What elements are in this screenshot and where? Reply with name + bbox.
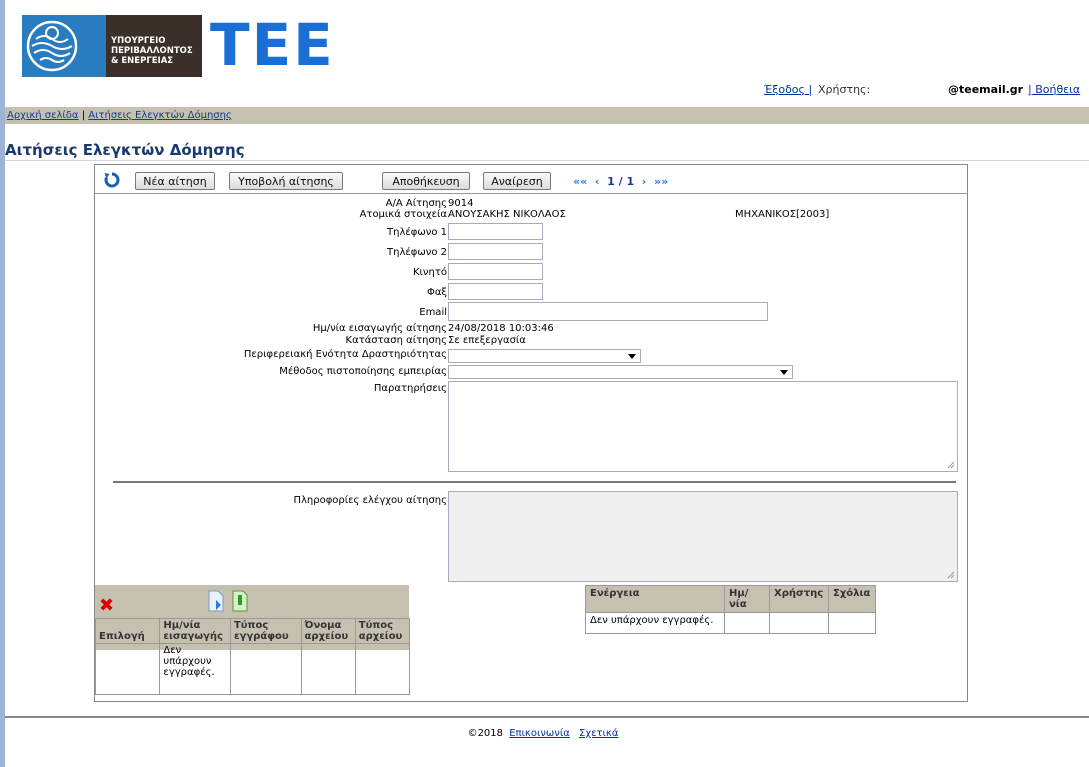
mobile-input[interactable] bbox=[448, 263, 543, 280]
aa-value: 9014 bbox=[448, 198, 474, 209]
title-underline bbox=[5, 160, 1089, 161]
ministry-line-1: ΥΠΟΥΡΓΕΙΟ bbox=[111, 36, 166, 46]
date-value: 24/08/2018 10:03:46 bbox=[448, 323, 554, 334]
phone1-input[interactable] bbox=[448, 223, 543, 240]
help-link-text[interactable]: | Βοήθεια bbox=[1028, 83, 1080, 96]
resize-grip-icon[interactable] bbox=[947, 461, 955, 469]
phone2-label: Τηλέφωνο 2 bbox=[387, 247, 447, 258]
first-page-icon-2[interactable]: « bbox=[580, 175, 587, 188]
help-link[interactable]: | Βοήθεια bbox=[1028, 83, 1080, 97]
table-row: Δεν υπάρχουν εγγραφές. bbox=[94, 643, 411, 695]
documents-header-row: Επιλογή Ημ/νία εισαγωγής Τύπος εγγράφου … bbox=[94, 618, 411, 644]
section-divider bbox=[113, 481, 956, 483]
pager: «« ‹ 1 / 1 › »» bbox=[573, 175, 668, 188]
breadcrumb-separator: | bbox=[81, 110, 86, 121]
new-application-button[interactable]: Νέα αίτηση bbox=[135, 172, 215, 190]
form-toolbar: Νέα αίτηση Υποβολή αίτησης Αποθήκευση Αν… bbox=[95, 165, 967, 194]
fax-input[interactable] bbox=[448, 283, 543, 300]
copyright: ©2018 bbox=[467, 728, 504, 739]
breadcrumb-current-link[interactable]: Αιτήσεις Ελεγκτών Δόμησης bbox=[88, 110, 232, 121]
next-page-icon[interactable]: › bbox=[642, 175, 647, 188]
documents-table: Επιλογή Ημ/νία εισαγωγής Τύπος εγγράφου … bbox=[94, 618, 411, 695]
ministry-name-logo: ΥΠΟΥΡΓΕΙΟ ΠΕΡΙΒΑΛΛΟΝΤΟΣ & ΕΝΕΡΓΕΙΑΣ bbox=[106, 15, 202, 77]
logout-link[interactable]: Έξοδος | bbox=[764, 83, 812, 97]
mobile-label: Κινητό bbox=[412, 267, 447, 278]
col-doc-type: Τύπος εγγράφου bbox=[229, 618, 302, 644]
personal-name: ΑΝΟΥΣΑΚΗΣ ΝΙΚΟΛΑΟΣ bbox=[448, 209, 566, 220]
col-date: Ημ/νία εισαγωγής bbox=[159, 618, 231, 644]
page-title: Αιτήσεις Ελεγκτών Δόμησης bbox=[5, 141, 245, 159]
notes-textarea[interactable] bbox=[448, 381, 958, 472]
footer: ©2018 Επικοινωνία Σχετικά bbox=[0, 728, 1089, 739]
delete-icon[interactable]: ✖ bbox=[99, 595, 114, 616]
col-file-type: Τύπος αρχείου bbox=[354, 618, 411, 644]
region-label: Περιφερειακή Ενότητα Δραστηριότητας bbox=[243, 349, 447, 360]
history-table: Ενέργεια Ημ/νία Χρήστης Σχόλια Δεν υπάρχ… bbox=[585, 585, 876, 634]
date-label: Ημ/νία εισαγωγής αίτησης bbox=[312, 323, 447, 334]
user-email: @teemail.gr bbox=[948, 83, 1024, 96]
status-value: Σε επεξεργασία bbox=[448, 335, 526, 346]
region-select[interactable] bbox=[448, 349, 641, 363]
history-section: Ενέργεια Ημ/νία Χρήστης Σχόλια Δεν υπάρχ… bbox=[585, 585, 876, 634]
breadcrumb-home-link[interactable]: Αρχική σελίδα bbox=[7, 110, 79, 121]
status-label: Κατάσταση αίτησης bbox=[345, 335, 447, 346]
chevron-down-icon bbox=[628, 354, 636, 359]
phone2-input[interactable] bbox=[448, 243, 543, 260]
personal-specialty: ΜΗΧΑΝΙΚΟΣ[2003] bbox=[735, 209, 830, 220]
table-row: Δεν υπάρχουν εγγραφές. bbox=[585, 612, 876, 634]
view-document-icon[interactable] bbox=[231, 590, 249, 612]
phone1-label: Τηλέφωνο 1 bbox=[387, 227, 447, 238]
method-select[interactable] bbox=[448, 365, 793, 379]
table-cell bbox=[769, 612, 829, 634]
refresh-icon[interactable] bbox=[103, 171, 121, 189]
personal-label: Ατομικά στοιχεία bbox=[359, 209, 447, 220]
prev-page-icon[interactable]: ‹ bbox=[595, 175, 600, 188]
table-cell bbox=[300, 643, 356, 695]
submit-application-button[interactable]: Υποβολή αίτησης bbox=[229, 172, 343, 190]
table-cell bbox=[94, 643, 161, 695]
email-input[interactable] bbox=[448, 302, 768, 321]
page-indicator: 1 / 1 bbox=[607, 175, 635, 188]
ministry-line-3: & ΕΝΕΡΓΕΙΑΣ bbox=[111, 56, 174, 66]
add-document-icon[interactable] bbox=[207, 590, 225, 612]
col-hist-date: Ημ/νία bbox=[724, 585, 770, 613]
table-cell bbox=[724, 612, 770, 634]
history-header-row: Ενέργεια Ημ/νία Χρήστης Σχόλια bbox=[585, 585, 876, 613]
last-page-icon-2[interactable]: » bbox=[661, 175, 668, 188]
method-label: Μέθοδος πιστοποίησης εμπειρίας bbox=[279, 366, 447, 377]
aa-label: Α/Α Αίτησης bbox=[385, 198, 447, 209]
logout-link-text[interactable]: Έξοδος | bbox=[764, 83, 812, 96]
save-button[interactable]: Αποθήκευση bbox=[382, 172, 470, 190]
check-info-textarea bbox=[448, 491, 958, 582]
tee-logo: TEE bbox=[210, 11, 335, 79]
footer-divider bbox=[5, 716, 1089, 718]
cancel-button[interactable]: Αναίρεση bbox=[483, 172, 551, 190]
application-form-panel: Νέα αίτηση Υποβολή αίτησης Αποθήκευση Αν… bbox=[94, 164, 968, 702]
history-empty: Δεν υπάρχουν εγγραφές. bbox=[585, 612, 725, 634]
col-action: Ενέργεια bbox=[585, 585, 725, 613]
user-label: Χρήστης: bbox=[818, 83, 871, 96]
table-cell bbox=[828, 612, 876, 634]
email-label: Email bbox=[419, 307, 447, 318]
table-cell bbox=[354, 643, 411, 695]
breadcrumb: Αρχική σελίδα | Αιτήσεις Ελεγκτών Δόμηση… bbox=[5, 107, 1089, 124]
check-info-label: Πληροφορίες ελέγχου αίτησης bbox=[293, 495, 447, 506]
notes-label: Παρατηρήσεις bbox=[373, 383, 447, 394]
contact-link[interactable]: Επικοινωνία bbox=[509, 728, 570, 739]
documents-section: ✖ Επιλογή Ημ/νία εισαγωγής Τύπος εγγράφο… bbox=[94, 585, 411, 702]
col-select: Επιλογή bbox=[94, 618, 161, 644]
chevron-down-icon bbox=[780, 370, 788, 375]
col-file-name: Όνομα αρχείου bbox=[300, 618, 356, 644]
ministry-line-2: ΠΕΡΙΒΑΛΛΟΝΤΟΣ bbox=[111, 46, 193, 56]
resize-grip-icon bbox=[947, 571, 955, 579]
ministry-emblem-logo bbox=[22, 15, 106, 77]
fax-label: Φαξ bbox=[426, 287, 447, 298]
table-cell bbox=[229, 643, 302, 695]
about-link[interactable]: Σχετικά bbox=[579, 728, 618, 739]
documents-empty: Δεν υπάρχουν εγγραφές. bbox=[159, 643, 231, 695]
col-comments: Σχόλια bbox=[828, 585, 876, 613]
col-user: Χρήστης bbox=[769, 585, 829, 613]
